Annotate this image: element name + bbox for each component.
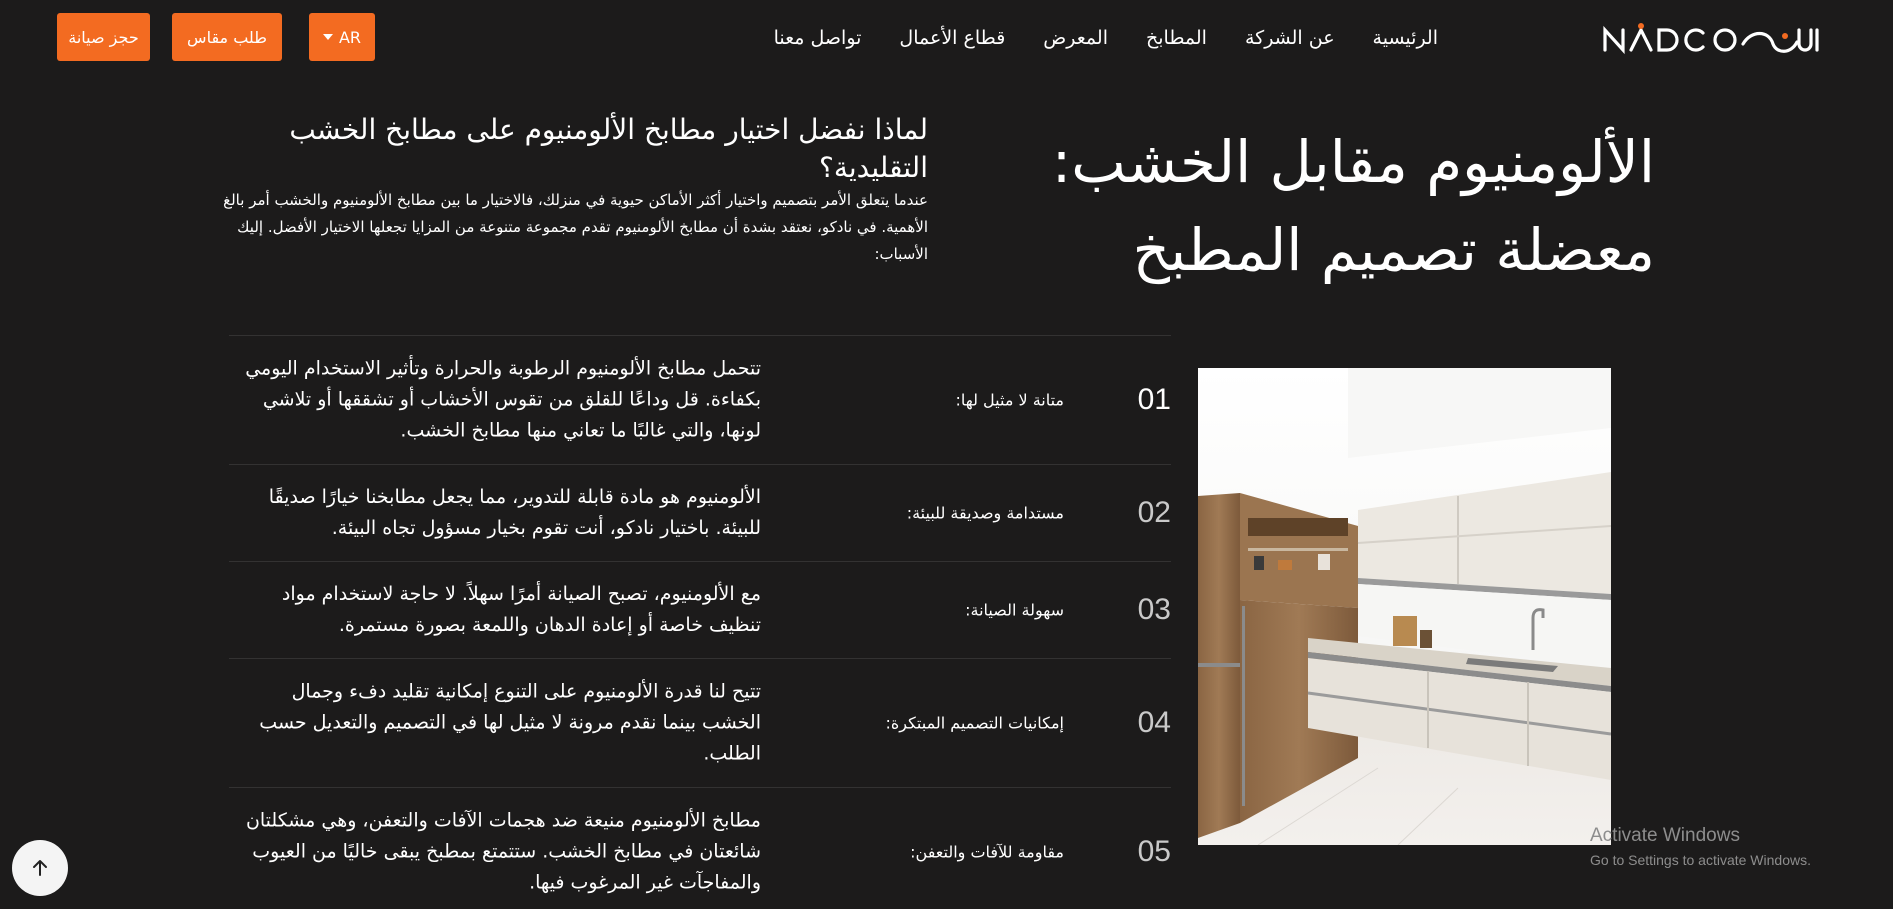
feature-row[interactable]: 05 مقاومة للآفات والتعفن: مطابخ الألومني…: [229, 788, 1171, 909]
main-nav: الرئيسية عن الشركة المطابخ المعرض قطاع ا…: [774, 24, 1438, 52]
kitchen-image: [1198, 368, 1611, 845]
nav-about[interactable]: عن الشركة: [1245, 24, 1335, 52]
language-dropdown-button[interactable]: AR: [309, 13, 375, 61]
feature-label: سهولة الصيانة:: [965, 600, 1064, 620]
nav-kitchens[interactable]: المطابخ: [1146, 24, 1207, 52]
nav-gallery[interactable]: المعرض: [1043, 24, 1108, 52]
kitchen-illustration: [1198, 368, 1611, 845]
intro-title: لماذا نفضل اختيار مطابخ الألومنيوم على م…: [289, 113, 928, 184]
watermark-title: Activate Windows: [1590, 825, 1740, 846]
feature-row[interactable]: 03 سهولة الصيانة: مع الألومنيوم، تصبح ال…: [229, 562, 1171, 659]
feature-row[interactable]: 04 إمكانيات التصميم المبتكرة: تتيح لنا ق…: [229, 659, 1171, 788]
scroll-to-top-button[interactable]: [12, 840, 68, 896]
feature-description: الألومنيوم هو مادة قابلة للتدوير، مما يج…: [268, 486, 761, 539]
feature-label: متانة لا مثيل لها:: [955, 390, 1064, 410]
hero-title-line2: معضلة تصميم المطبخ: [1132, 216, 1655, 284]
nav-business[interactable]: قطاع الأعمال: [899, 24, 1005, 52]
feature-label: مستدامة وصديقة للبيئة:: [906, 503, 1064, 523]
arrow-up-icon: [33, 860, 47, 876]
nav-contact[interactable]: تواصل معنا: [774, 24, 862, 52]
page: الرئيسية عن الشركة المطابخ المعرض قطاع ا…: [0, 0, 1893, 909]
hero-title-line1: الألومنيوم مقابل الخشب:: [1051, 128, 1655, 196]
intro-paragraph: عندما يتعلق الأمر بتصميم واختيار أكثر ال…: [223, 191, 928, 263]
feature-label: إمكانيات التصميم المبتكرة:: [885, 713, 1064, 733]
feature-description: مطابخ الألومنيوم منيعة ضد هجمات الآفات و…: [245, 809, 761, 894]
nav-home[interactable]: الرئيسية: [1373, 24, 1438, 52]
feature-number: 01: [1137, 383, 1171, 416]
book-maintenance-button[interactable]: حجز صيانة: [57, 13, 150, 61]
nadco-logo-mark: [1603, 23, 1819, 55]
nadco-logo[interactable]: [1601, 16, 1833, 60]
language-label: AR: [338, 27, 362, 47]
features-list: 01 متانة لا مثيل لها: تتحمل مطابخ الألوم…: [229, 335, 1171, 909]
feature-row[interactable]: 01 متانة لا مثيل لها: تتحمل مطابخ الألوم…: [229, 336, 1171, 465]
feature-number: 02: [1137, 496, 1171, 529]
feature-description: تتحمل مطابخ الألومنيوم الرطوبة والحرارة …: [245, 357, 761, 442]
feature-description: مع الألومنيوم، تصبح الصيانة أمرًا سهلاً.…: [281, 583, 761, 636]
feature-label: مقاومة للآفات والتعفن:: [910, 842, 1064, 862]
hero-title: الألومنيوم مقابل الخشب: معضلة تصميم المط…: [975, 118, 1655, 294]
request-measurement-button[interactable]: طلب مقاس: [172, 13, 282, 61]
feature-number: 03: [1137, 593, 1171, 626]
feature-row[interactable]: 02 مستدامة وصديقة للبيئة: الألومنيوم هو …: [229, 465, 1171, 562]
feature-number: 04: [1137, 706, 1171, 739]
caret-down-icon: [322, 34, 333, 40]
windows-activation-watermark: Activate Windows Go to Settings to activ…: [1590, 823, 1880, 871]
feature-description: تتيح لنا قدرة الألومنيوم على التنوع إمكا…: [259, 680, 761, 765]
watermark-subtitle: Go to Settings to activate Windows.: [1590, 852, 1811, 868]
feature-number: 05: [1137, 835, 1171, 868]
